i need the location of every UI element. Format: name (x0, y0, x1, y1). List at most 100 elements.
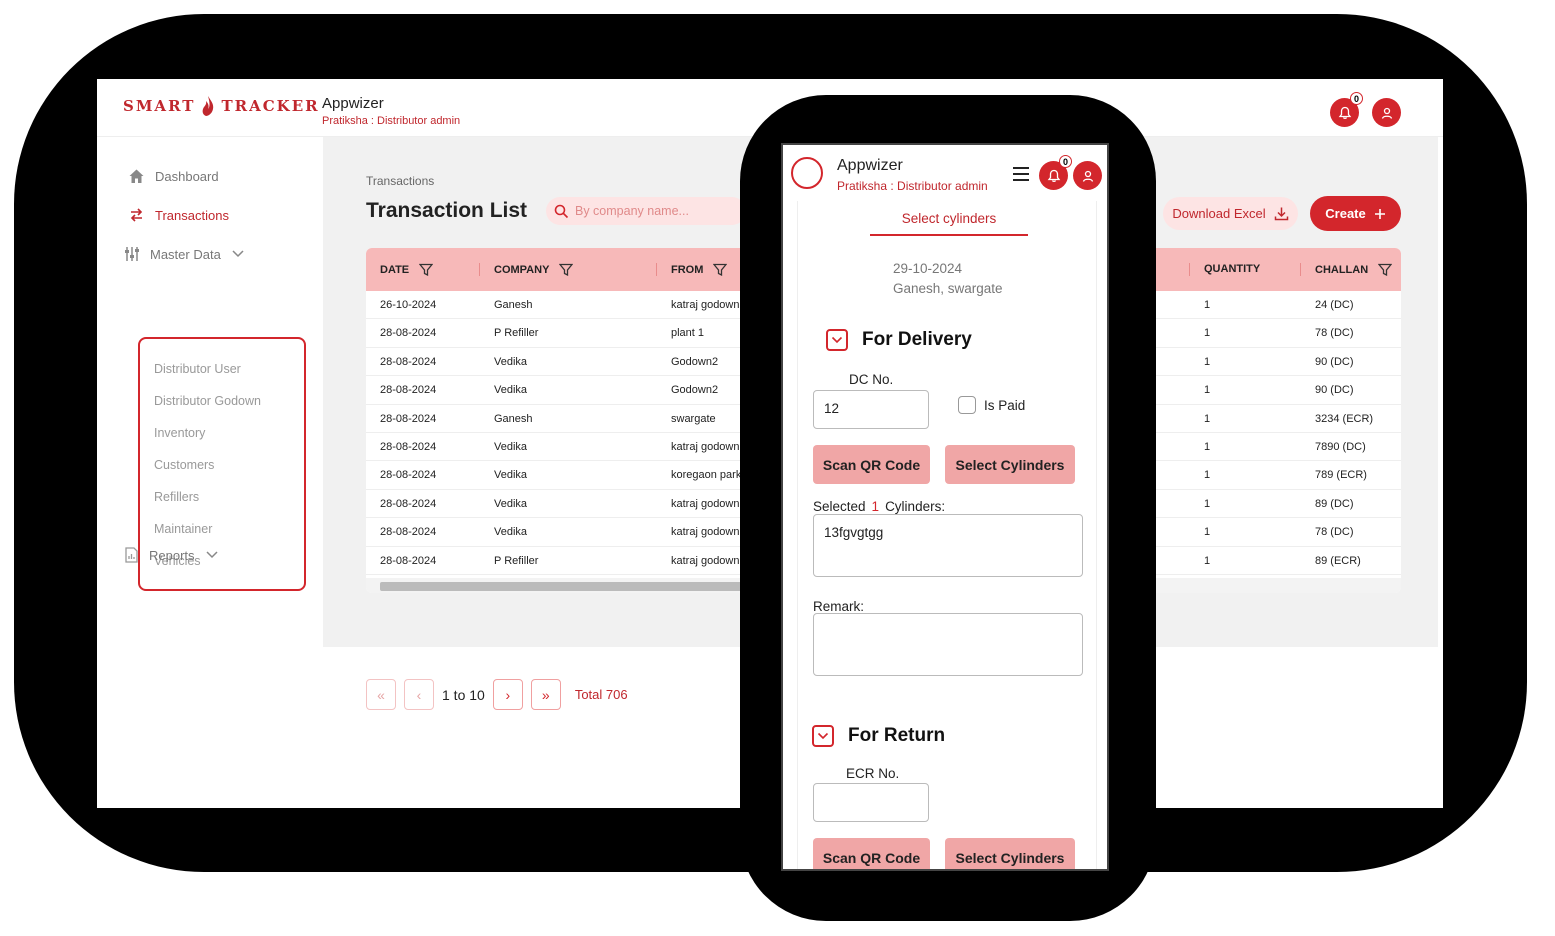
selected-count: 1 (871, 499, 880, 514)
sidebar-item-master-data[interactable]: Master Data (124, 246, 245, 262)
ecr-no-input[interactable] (813, 783, 929, 822)
download-excel-button[interactable]: Download Excel (1163, 197, 1298, 230)
column-label: FROM (671, 263, 704, 276)
cell-company: P Refiller (494, 554, 539, 567)
mobile-form: Select cylinders 29-10-2024 Ganesh, swar… (797, 201, 1097, 869)
column-from[interactable]: FROM (671, 263, 728, 276)
search-placeholder: By company name... (575, 204, 689, 218)
bell-icon (1338, 106, 1351, 119)
cell-date: 28-08-2024 (380, 526, 437, 539)
cell-challan: 78 (DC) (1315, 327, 1354, 340)
sidebar-item-refillers[interactable]: Refillers (154, 490, 199, 504)
sidebar-item-distributor-godown[interactable]: Distributor Godown (154, 394, 261, 408)
filter-icon[interactable] (419, 263, 434, 276)
column-date[interactable]: DATE (380, 263, 434, 276)
cell-date: 28-08-2024 (380, 327, 437, 340)
scan-qr-return-button[interactable]: Scan QR Code (813, 838, 930, 869)
scrollbar-thumb[interactable] (380, 582, 760, 591)
filter-icon[interactable] (1378, 263, 1393, 276)
mobile-header: Appwizer Pratiksha : Distributor admin 0 (783, 145, 1107, 201)
cell-date: 28-08-2024 (380, 469, 437, 482)
smart-tracker-logo: SMART TRACKER (123, 95, 320, 117)
logo-text-left: SMART (123, 97, 196, 115)
sidebar-item-transactions[interactable]: Transactions (128, 207, 229, 223)
cell-quantity: 1 (1204, 441, 1211, 453)
cell-date: 28-08-2024 (380, 355, 437, 368)
app-name: Appwizer (322, 95, 384, 112)
cell-company: Ganesh (494, 412, 533, 425)
cell-challan: 24 (DC) (1315, 299, 1354, 311)
tab-select-cylinders[interactable]: Select cylinders (870, 211, 1028, 236)
mobile-screen: Appwizer Pratiksha : Distributor admin 0… (781, 143, 1109, 871)
cell-quantity: 1 (1204, 384, 1211, 397)
sidebar-item-dashboard[interactable]: Dashboard (128, 168, 219, 184)
notification-button[interactable]: 0 (1330, 92, 1363, 127)
home-icon (129, 169, 144, 183)
menu-icon[interactable] (1011, 165, 1031, 183)
app-logo (791, 157, 823, 189)
select-cylinders-delivery-button[interactable]: Select Cylinders (945, 445, 1075, 484)
return-section-toggle[interactable]: For Return (812, 725, 945, 747)
last-page-button[interactable]: » (530, 679, 561, 710)
cell-date: 28-08-2024 (380, 384, 437, 397)
remark-label: Remark: (813, 599, 865, 614)
cylinders-textarea[interactable]: 13fgvgtgg (813, 514, 1083, 577)
column-divider (1300, 263, 1301, 276)
select-cylinders-return-button[interactable]: Select Cylinders (945, 838, 1075, 869)
sidebar-item-maintainer[interactable]: Maintainer (154, 522, 212, 536)
cell-challan: 789 (ECR) (1315, 469, 1367, 482)
sidebar-item-distributor-user[interactable]: Distributor User (154, 362, 241, 376)
bell-icon (1047, 169, 1060, 182)
selected-cylinders-label: Selected 1 Cylinders: (813, 499, 945, 514)
sidebar-item-inventory[interactable]: Inventory (154, 426, 205, 440)
cell-from: koregaon park (671, 469, 742, 482)
dc-no-label: DC No. (849, 372, 894, 387)
create-label: Create (1325, 206, 1366, 221)
profile-button[interactable] (1372, 98, 1401, 127)
column-divider (479, 263, 480, 276)
sidebar-item-reports[interactable]: Reports (124, 547, 219, 563)
cell-from: katraj godown (671, 554, 740, 567)
cell-company: Vedika (494, 384, 528, 397)
sidebar-label: Transactions (155, 207, 229, 223)
previous-page-button[interactable]: ‹ (404, 679, 434, 710)
column-label: COMPANY (494, 263, 550, 276)
chevron-down-icon (812, 725, 834, 747)
user-role: Pratiksha : Distributor admin (322, 115, 461, 127)
dc-no-input[interactable]: 12 (813, 390, 929, 429)
selected-prefix: Selected (813, 499, 866, 514)
scan-qr-delivery-button[interactable]: Scan QR Code (813, 445, 930, 484)
sidebar-label: Dashboard (155, 168, 219, 184)
sidebar-item-customers[interactable]: Customers (154, 458, 214, 472)
plus-icon (1374, 208, 1385, 219)
cell-quantity: 1 (1204, 526, 1211, 539)
cell-company: Ganesh (494, 299, 533, 311)
search-input[interactable]: By company name... (546, 197, 746, 225)
column-challan[interactable]: CHALLAN (1315, 263, 1393, 276)
next-page-button[interactable]: › (492, 679, 523, 710)
transaction-place: Ganesh, swargate (893, 281, 1003, 296)
filter-icon[interactable] (559, 263, 574, 276)
remark-textarea[interactable] (813, 613, 1083, 676)
selected-suffix: Cylinders: (885, 499, 946, 514)
column-label: CHALLAN (1315, 263, 1369, 276)
chevron-down-icon (232, 250, 244, 258)
cell-quantity: 1 (1204, 497, 1211, 510)
filter-icon[interactable] (713, 263, 728, 276)
sidebar-label: Reports (149, 547, 195, 563)
cell-quantity: 1 (1204, 299, 1211, 311)
delivery-section-toggle[interactable]: For Delivery (826, 329, 972, 351)
profile-button[interactable] (1073, 161, 1102, 190)
is-paid-checkbox[interactable] (958, 396, 976, 414)
cell-challan: 89 (ECR) (1315, 554, 1361, 567)
page-title: Transaction List (366, 199, 528, 222)
column-company[interactable]: COMPANY (494, 263, 574, 276)
search-icon (554, 204, 569, 218)
column-quantity[interactable]: QUANTITY (1204, 263, 1260, 275)
cell-quantity: 1 (1204, 327, 1211, 340)
create-button[interactable]: Create (1310, 196, 1401, 231)
first-page-button[interactable]: « (366, 679, 396, 710)
notification-button[interactable]: 0 (1039, 155, 1072, 190)
cell-from: plant 1 (671, 327, 705, 340)
cell-company: Vedika (494, 469, 528, 482)
